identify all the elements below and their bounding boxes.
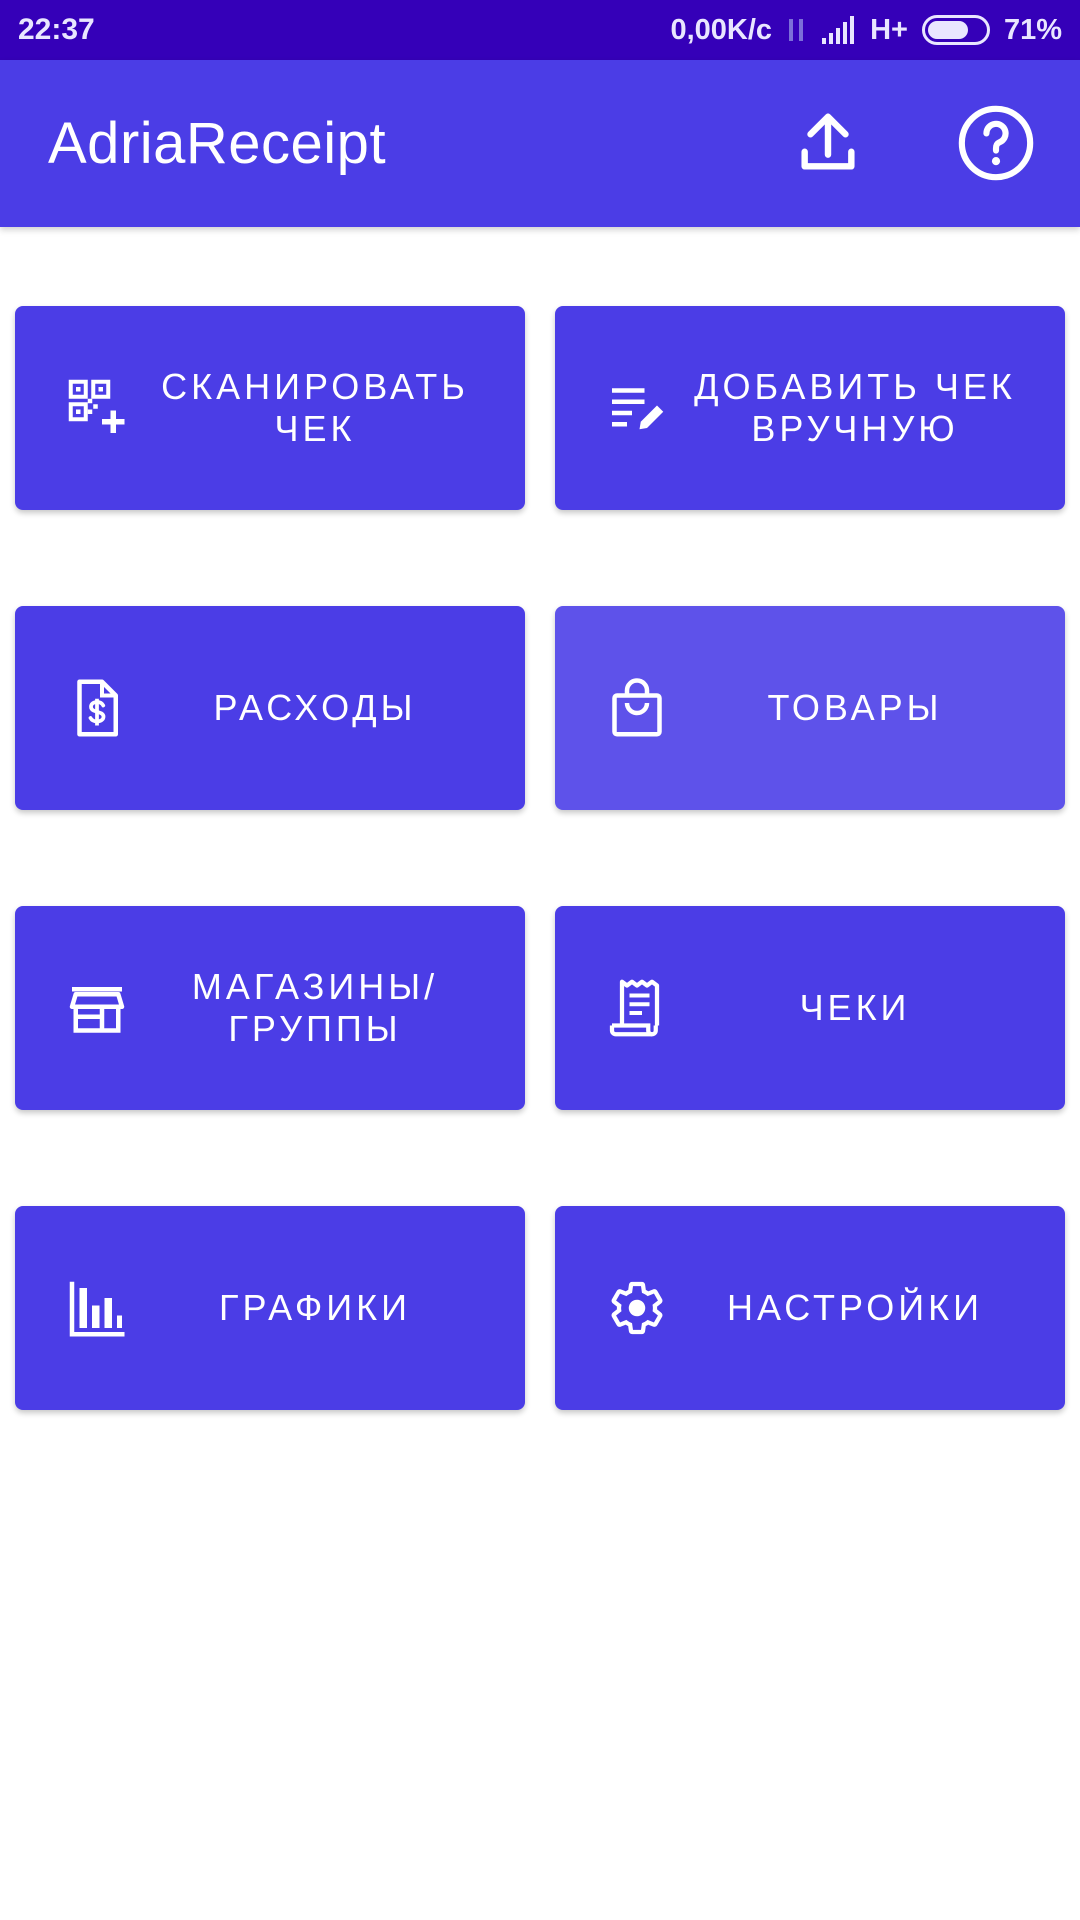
shopping-bag-icon	[612, 678, 662, 737]
tile-label: РАСХОДЫ	[213, 687, 417, 728]
expenses-button[interactable]: РАСХОДЫ	[15, 606, 525, 810]
add-receipt-manually-button[interactable]: ДОБАВИТЬ ЧЕК ВРУЧНУЮ	[555, 306, 1065, 510]
qr-add-icon	[68, 379, 125, 433]
tile-label: ТОВАРЫ	[767, 687, 943, 728]
scan-receipt-button[interactable]: СКАНИРОВАТЬ ЧЕК	[15, 306, 525, 510]
receipts-button[interactable]: ЧЕКИ	[555, 906, 1065, 1110]
tile-label: МАГАЗИНЫ/ ГРУППЫ	[191, 966, 439, 1049]
tile-label: СКАНИРОВАТЬ ЧЕК	[161, 366, 469, 449]
gear-icon	[611, 1281, 663, 1335]
bar-chart-icon	[69, 1281, 125, 1337]
edit-list-icon	[612, 388, 664, 430]
tile-label: НАСТРОЙКИ	[727, 1287, 983, 1328]
tile-label: ЧЕКИ	[799, 987, 911, 1028]
tile-label: ДОБАВИТЬ ЧЕК ВРУЧНУЮ	[694, 366, 1016, 449]
dollar-document-icon	[77, 679, 118, 737]
stores-groups-button[interactable]: МАГАЗИНЫ/ ГРУППЫ	[15, 906, 525, 1110]
store-icon	[69, 987, 125, 1033]
settings-button[interactable]: НАСТРОЙКИ	[555, 1206, 1065, 1410]
tile-label: ГРАФИКИ	[218, 1287, 411, 1328]
charts-button[interactable]: ГРАФИКИ	[15, 1206, 525, 1410]
products-button[interactable]: ТОВАРЫ	[555, 606, 1065, 810]
receipt-icon	[609, 979, 660, 1037]
menu-grid: СКАНИРОВАТЬ ЧЕК ДОБАВИТЬ ЧЕК ВРУЧНУЮ РАС…	[0, 0, 1080, 1920]
